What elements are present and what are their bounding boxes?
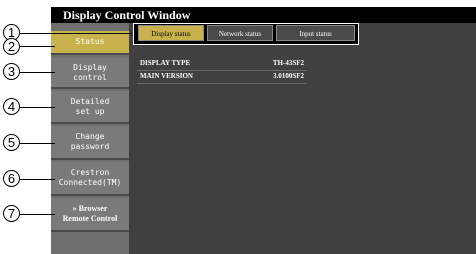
callout-leader-4 [20, 107, 55, 108]
sidebar-item-display-control[interactable]: Display control [51, 58, 129, 89]
info-value: 3.0100SF2 [273, 72, 304, 80]
sidebar-item-status[interactable]: Status [51, 31, 129, 55]
tab-input-status[interactable]: Input status [276, 25, 355, 41]
callout-leader-6 [20, 179, 55, 180]
callout-2: 2 [3, 38, 20, 55]
sidebar-item-browser-remote-control[interactable]: » Browser Remote Control [51, 198, 129, 232]
callout-leader-3 [20, 72, 55, 73]
sidebar-item-change-password[interactable]: Change password [51, 126, 129, 160]
callout-leader-1 [20, 33, 132, 34]
callout-7: 7 [3, 205, 20, 222]
info-row-display-type: DISPLAY TYPE TH-43SF2 [137, 58, 307, 69]
window-title: Display Control Window [51, 7, 476, 23]
callout-leader-2 [20, 46, 55, 47]
callout-3: 3 [3, 63, 20, 80]
callout-6: 6 [3, 170, 20, 187]
info-row-main-version: MAIN VERSION 3.0100SF2 [137, 71, 307, 82]
callout-leader-7 [20, 214, 55, 215]
tab-network-status[interactable]: Network status [207, 25, 273, 41]
info-key: DISPLAY TYPE [140, 59, 191, 67]
sidebar-item-crestron-connected[interactable]: Crestron Connected(TM) [51, 162, 129, 196]
callout-4: 4 [3, 98, 20, 115]
callout-5: 5 [3, 134, 20, 151]
tab-display-status[interactable]: Display status [138, 25, 204, 41]
info-key: MAIN VERSION [140, 72, 193, 80]
callout-leader-5 [20, 143, 55, 144]
sidebar-item-detailed-set-up[interactable]: Detailed set up [51, 91, 129, 124]
info-value: TH-43SF2 [272, 59, 304, 67]
info-divider [137, 83, 307, 84]
